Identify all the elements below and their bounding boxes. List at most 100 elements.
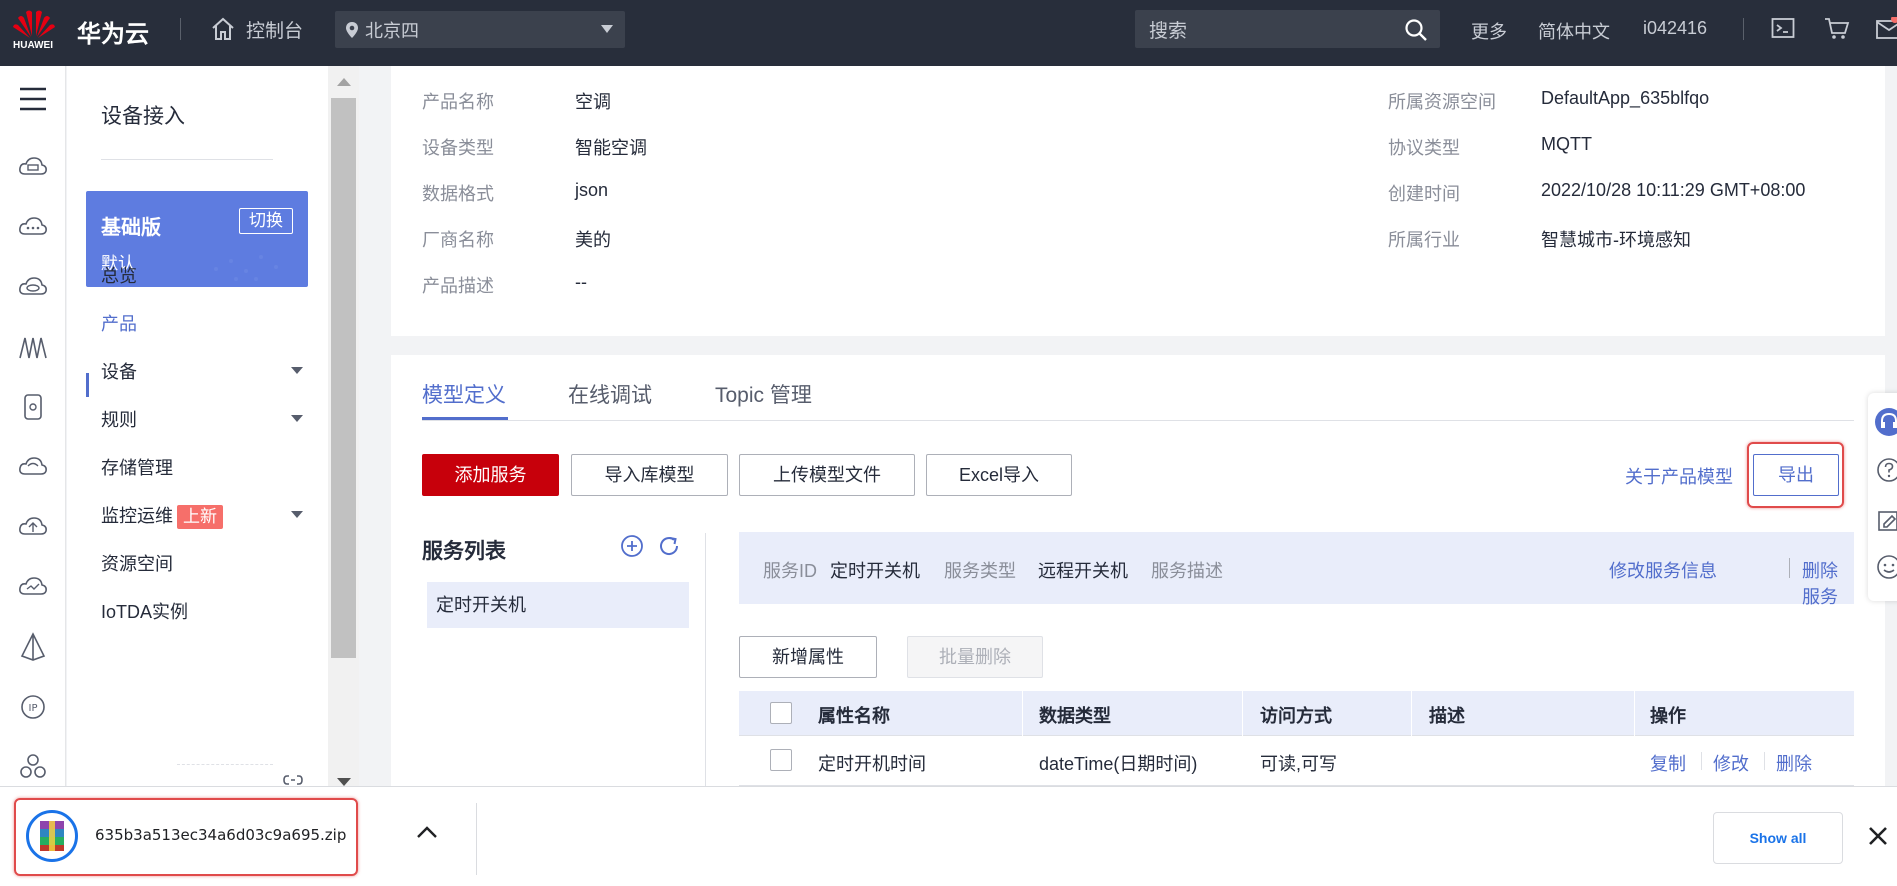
sidebar-item-iotda-instances[interactable]: IoTDA实例 — [101, 598, 188, 624]
service-icon-rail: IP — [0, 66, 66, 886]
cloud-sync-icon[interactable] — [18, 452, 48, 482]
service-type-value: 远程开关机 — [1038, 561, 1128, 581]
edit-property-link[interactable]: 修改 — [1713, 750, 1749, 776]
more-menu[interactable]: 更多 — [1471, 18, 1507, 44]
chevron-down-icon — [601, 25, 613, 33]
info-label: 协议类型 — [1388, 138, 1460, 158]
row-checkbox[interactable] — [770, 749, 792, 771]
service-list-title: 服务列表 — [422, 540, 506, 563]
help-icon[interactable] — [1876, 457, 1897, 483]
chevron-down-icon[interactable] — [291, 511, 303, 518]
sidebar-item-label: 监控运维 — [101, 506, 173, 526]
terminal-icon[interactable] — [1771, 17, 1795, 39]
network-icon[interactable] — [18, 332, 48, 362]
search-icon[interactable] — [1404, 18, 1428, 42]
feedback-edit-icon[interactable] — [1877, 509, 1897, 533]
info-label: 所属行业 — [1388, 230, 1460, 250]
sidebar-item-rules[interactable]: 规则 — [101, 406, 137, 432]
brand-name[interactable]: 华为云 — [77, 14, 149, 49]
region-selector[interactable]: 北京四 — [335, 11, 625, 48]
user-account-menu[interactable]: i042416 — [1643, 18, 1707, 39]
cart-icon[interactable] — [1824, 17, 1850, 41]
divider — [476, 803, 477, 875]
divider — [1764, 752, 1765, 770]
mail-icon[interactable] — [1876, 17, 1897, 41]
info-label: 厂商名称 — [422, 230, 494, 250]
info-label: 设备类型 — [422, 138, 494, 158]
service-list-item[interactable]: 定时开关机 — [427, 582, 689, 628]
cloud-upload-icon[interactable] — [18, 512, 48, 542]
switch-edition-button[interactable]: 切换 — [239, 208, 293, 234]
ip-icon[interactable]: IP — [18, 692, 48, 722]
close-icon[interactable] — [1866, 824, 1890, 848]
import-library-model-button[interactable]: 导入库模型 — [571, 454, 728, 496]
cloud-server-icon[interactable] — [18, 152, 48, 182]
console-link[interactable]: 控制台 — [210, 14, 303, 44]
sidebar-item-monitoring[interactable]: 监控运维 上新 — [101, 502, 223, 529]
info-label: 创建时间 — [1388, 184, 1460, 204]
export-button[interactable]: 导出 — [1753, 454, 1839, 496]
copy-property-link[interactable]: 复制 — [1650, 750, 1686, 776]
cloud-monitor-icon[interactable] — [18, 572, 48, 602]
divider — [1242, 691, 1243, 736]
add-service-button[interactable]: 添加服务 — [422, 454, 559, 496]
service-description-label: 服务描述 — [1151, 561, 1223, 581]
info-value: 美的 — [575, 230, 611, 250]
property-table-header: 属性名称 数据类型 访问方式 描述 操作 — [739, 691, 1854, 736]
scrollbar-thumb[interactable] — [331, 98, 356, 658]
add-property-button[interactable]: 新增属性 — [739, 636, 877, 678]
select-all-checkbox[interactable] — [770, 702, 792, 724]
edit-service-link[interactable]: 修改服务信息 — [1609, 557, 1717, 583]
sidebar-item-resource-space[interactable]: 资源空间 — [101, 550, 173, 576]
excel-import-button[interactable]: Excel导入 — [926, 454, 1072, 496]
sidebar-item-storage[interactable]: 存储管理 — [101, 454, 173, 480]
column-header: 访问方式 — [1260, 706, 1332, 726]
smiley-icon[interactable] — [1876, 554, 1897, 580]
menu-icon[interactable] — [18, 84, 48, 114]
column-header: 描述 — [1429, 706, 1465, 726]
delete-property-link[interactable]: 删除 — [1776, 750, 1812, 776]
sidebar-scrollbar[interactable] — [328, 66, 359, 786]
cloud-storage-icon[interactable] — [18, 272, 48, 302]
link-icon[interactable] — [283, 774, 303, 786]
info-value: json — [575, 180, 609, 200]
tab-online-debug[interactable]: 在线调试 — [568, 379, 652, 409]
batch-delete-button[interactable]: 批量删除 — [907, 636, 1043, 678]
sidebar-item-products[interactable]: 产品 — [101, 310, 137, 336]
show-all-downloads-button[interactable]: Show all — [1713, 812, 1843, 864]
chevron-down-icon[interactable] — [291, 367, 303, 374]
upload-model-file-button[interactable]: 上传模型文件 — [739, 454, 915, 496]
pyramid-icon[interactable] — [18, 632, 48, 662]
sidebar-item-devices[interactable]: 设备 — [101, 358, 137, 384]
property-name-cell: 定时开机时间 — [818, 754, 926, 774]
search-input[interactable]: 搜索 — [1135, 10, 1440, 48]
chevron-down-icon[interactable] — [291, 415, 303, 422]
chevron-up-icon[interactable] — [416, 825, 438, 839]
scroll-down-arrow-icon[interactable] — [337, 778, 351, 786]
scroll-up-arrow-icon[interactable] — [337, 78, 351, 86]
info-value: -- — [575, 272, 587, 292]
floating-help-toolbar — [1868, 393, 1897, 601]
add-service-icon[interactable] — [620, 534, 644, 558]
customer-service-icon[interactable] — [1874, 407, 1897, 437]
service-type-label: 服务类型 — [944, 561, 1016, 581]
delete-service-link[interactable]: 删除服务 — [1802, 557, 1854, 609]
language-selector[interactable]: 简体中文 — [1538, 18, 1610, 44]
download-file-name: 635b3a513ec34a6d03c9a695.zip — [95, 826, 347, 844]
download-item[interactable]: 635b3a513ec34a6d03c9a695.zip — [18, 801, 354, 871]
tab-topic-management[interactable]: Topic 管理 — [715, 379, 812, 409]
cloud-more-icon[interactable] — [18, 212, 48, 242]
info-value: MQTT — [1541, 134, 1592, 154]
info-value: DefaultApp_635blfqo — [1541, 88, 1710, 108]
column-header: 操作 — [1650, 706, 1686, 726]
divider — [705, 533, 706, 793]
about-product-model-link[interactable]: 关于产品模型 — [1625, 463, 1733, 489]
refresh-icon[interactable] — [657, 534, 681, 558]
device-icon[interactable] — [18, 392, 48, 422]
tab-model-definition[interactable]: 模型定义 — [422, 379, 506, 409]
divider — [1634, 691, 1635, 736]
sidebar-item-overview[interactable]: 总览 — [101, 262, 137, 288]
browser-download-bar: 635b3a513ec34a6d03c9a695.zip Show all — [0, 786, 1897, 886]
cluster-icon[interactable] — [18, 752, 48, 782]
top-navigation-bar: HUAWEI 华为云 控制台 北京四 搜索 更多 简体中文 i042416 — [0, 0, 1897, 66]
